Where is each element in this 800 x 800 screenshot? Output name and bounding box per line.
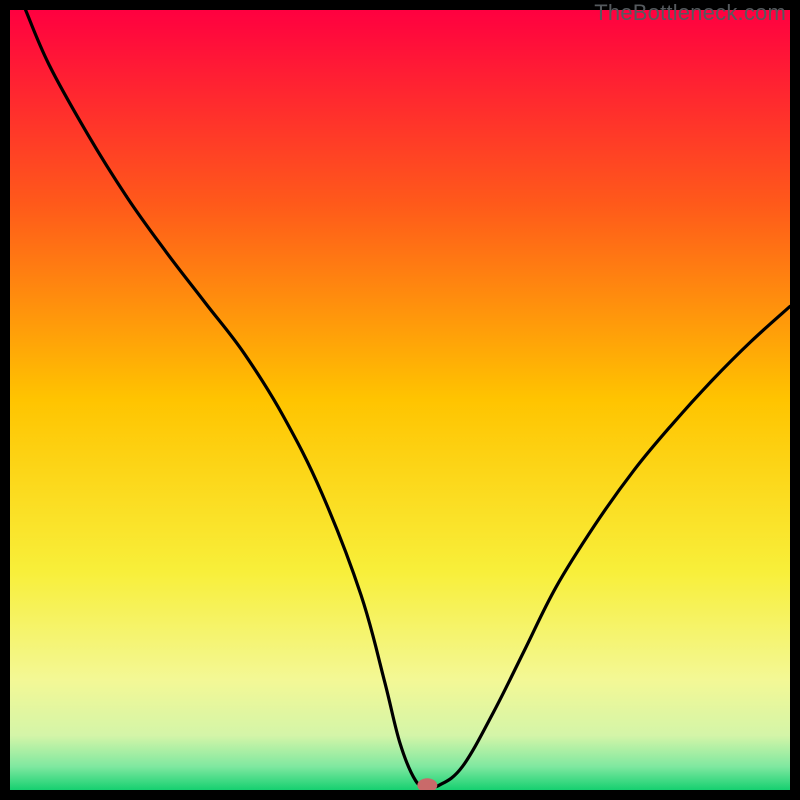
bottleneck-chart	[10, 10, 790, 790]
watermark-text: TheBottleneck.com	[594, 0, 786, 26]
gradient-background	[10, 10, 790, 790]
chart-frame: TheBottleneck.com	[0, 0, 800, 800]
